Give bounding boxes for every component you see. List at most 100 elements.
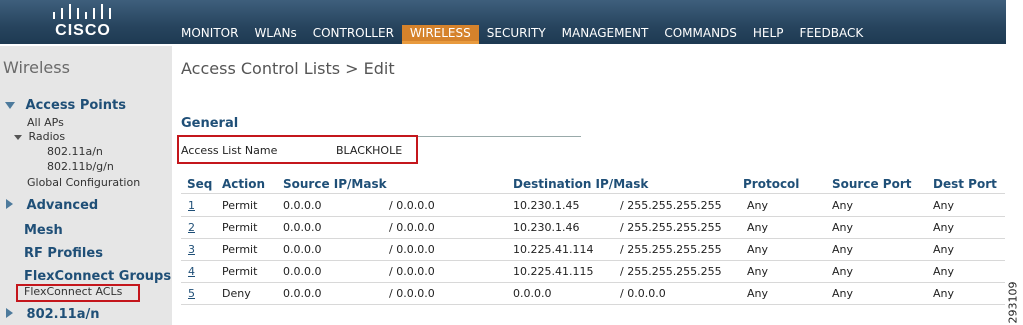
action-cell: Permit [222,199,258,212]
nav-security[interactable]: SECURITY [479,25,554,44]
dest-port-cell: Any [933,199,955,212]
source-port-cell: Any [832,221,854,234]
sidebar-item-global-configuration[interactable]: Global Configuration [27,176,140,189]
destination-ip-cell: 10.225.41.115 [513,265,594,278]
seq-link[interactable]: 3 [188,243,195,256]
action-cell: Permit [222,221,258,234]
dest-port-cell: Any [933,287,955,300]
page-title: Access Control Lists > Edit [181,59,395,78]
destination-mask-cell: / 0.0.0.0 [620,287,666,300]
destination-mask-cell: / 255.255.255.255 [620,265,722,278]
column-header-protocol: Protocol [743,177,800,191]
sidebar-item-802-11a-n[interactable]: 802.11a/n [6,307,99,322]
nav-management[interactable]: MANAGEMENT [554,25,657,44]
sidebar-item-radio-b[interactable]: 802.11b/g/n [47,160,114,173]
table-row: 5 Deny 0.0.0.0 / 0.0.0.0 0.0.0.0 / 0.0.0… [181,283,1005,305]
dest-port-cell: Any [933,265,955,278]
nav-wireless[interactable]: WIRELESS [401,25,479,44]
destination-mask-cell: / 255.255.255.255 [620,199,722,212]
table-row: 1 Permit 0.0.0.0 / 0.0.0.0 10.230.1.45 /… [181,195,1005,217]
column-header-destination: Destination IP/Mask [513,177,649,191]
source-port-cell: Any [832,265,854,278]
source-port-cell: Any [832,243,854,256]
protocol-cell: Any [747,287,769,300]
sidebar-item-advanced[interactable]: Advanced [6,198,98,213]
destination-ip-cell: 10.230.1.46 [513,221,580,234]
source-port-cell: Any [832,199,854,212]
expanded-triangle-icon[interactable] [14,135,22,140]
nav-feedback[interactable]: FEEDBACK [791,25,871,44]
destination-mask-cell: / 255.255.255.255 [620,243,722,256]
sidebar: Wireless Access Points All APs Radios 80… [0,46,172,325]
sidebar-item-mesh[interactable]: Mesh [24,223,63,238]
seq-link[interactable]: 5 [188,287,195,300]
source-ip-cell: 0.0.0.0 [283,287,322,300]
nav-controller[interactable]: CONTROLLER [305,25,402,44]
destination-mask-cell: / 255.255.255.255 [620,221,722,234]
sidebar-item-rf-profiles[interactable]: RF Profiles [24,246,103,261]
figure-id: 293109 [1006,280,1020,325]
nav-monitor[interactable]: MONITOR [173,25,246,44]
source-ip-cell: 0.0.0.0 [283,243,322,256]
dest-port-cell: Any [933,221,955,234]
source-mask-cell: / 0.0.0.0 [389,243,435,256]
table-header-divider [181,193,1005,194]
sidebar-item-label: Advanced [26,198,99,213]
protocol-cell: Any [747,243,769,256]
access-list-name-value: BLACKHOLE [336,144,403,157]
source-ip-cell: 0.0.0.0 [283,221,322,234]
table-row: 2 Permit 0.0.0.0 / 0.0.0.0 10.230.1.46 /… [181,217,1005,239]
figure-id-text: 293109 [1006,281,1020,324]
source-mask-cell: / 0.0.0.0 [389,221,435,234]
nav-wlans[interactable]: WLANs [246,25,304,44]
sidebar-item-radio-a[interactable]: 802.11a/n [47,145,103,158]
flexconnect-acls-highlight [16,284,140,302]
access-list-name-label: Access List Name [181,144,278,157]
seq-link[interactable]: 2 [188,221,195,234]
action-cell: Permit [222,265,258,278]
destination-ip-cell: 10.225.41.114 [513,243,594,256]
protocol-cell: Any [747,221,769,234]
sidebar-item-label: Radios [28,130,66,143]
sidebar-item-label: 802.11a/n [26,307,100,322]
column-header-dest-port: Dest Port [933,177,997,191]
destination-ip-cell: 0.0.0.0 [513,287,552,300]
top-header-bar: CISCO MONITOR WLANs CONTROLLER WIRELESS … [0,0,1006,44]
sidebar-item-access-points[interactable]: Access Points [5,98,126,113]
expanded-triangle-icon[interactable] [5,102,15,109]
nav-help[interactable]: HELP [745,25,792,44]
column-header-seq: Seq [187,177,213,191]
protocol-cell: Any [747,265,769,278]
column-header-action: Action [222,177,266,191]
source-port-cell: Any [832,287,854,300]
seq-link[interactable]: 1 [188,199,195,212]
cisco-logo: CISCO [48,2,118,39]
column-header-source-port: Source Port [832,177,912,191]
action-cell: Permit [222,243,258,256]
dest-port-cell: Any [933,243,955,256]
sidebar-item-flexconnect-groups[interactable]: FlexConnect Groups [24,269,171,284]
protocol-cell: Any [747,199,769,212]
source-mask-cell: / 0.0.0.0 [389,265,435,278]
destination-ip-cell: 10.230.1.45 [513,199,580,212]
table-row: 3 Permit 0.0.0.0 / 0.0.0.0 10.225.41.114… [181,239,1005,261]
cisco-logo-text: CISCO [55,22,111,39]
sidebar-item-all-aps[interactable]: All APs [27,116,64,129]
seq-link[interactable]: 4 [188,265,195,278]
action-cell: Deny [222,287,251,300]
source-mask-cell: / 0.0.0.0 [389,199,435,212]
main-nav: MONITOR WLANs CONTROLLER WIRELESS SECURI… [173,25,871,44]
cisco-bars-icon [53,4,111,19]
sidebar-item-label: Access Points [25,98,126,113]
source-ip-cell: 0.0.0.0 [283,199,322,212]
sidebar-title: Wireless [3,58,70,77]
sidebar-item-radios[interactable]: Radios [14,130,65,143]
collapsed-triangle-icon[interactable] [6,308,13,318]
collapsed-triangle-icon[interactable] [6,199,13,209]
source-ip-cell: 0.0.0.0 [283,265,322,278]
nav-commands[interactable]: COMMANDS [656,25,745,44]
source-mask-cell: / 0.0.0.0 [389,287,435,300]
section-title-general: General [181,116,239,131]
column-header-source: Source IP/Mask [283,177,387,191]
table-row: 4 Permit 0.0.0.0 / 0.0.0.0 10.225.41.115… [181,261,1005,283]
